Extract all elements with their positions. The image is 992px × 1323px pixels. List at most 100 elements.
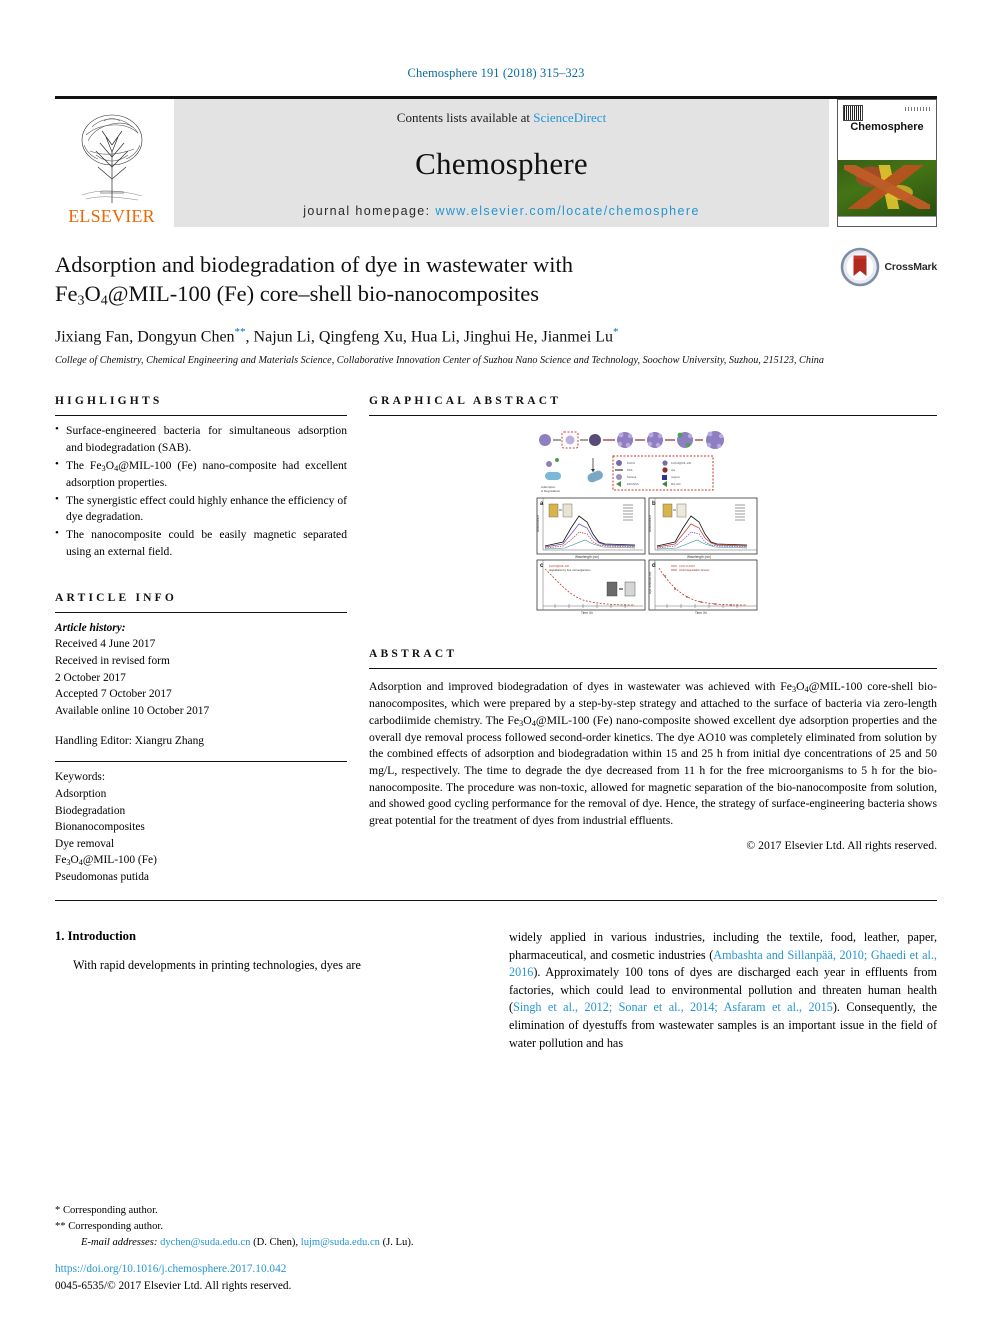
right-column: GRAPHICAL ABSTRACT Fe3O4 DNA bacteria ED… [369, 387, 937, 886]
history-accepted: Accepted 7 October 2017 [55, 688, 172, 701]
keyword-item-fe3o4: Fe3O4@MIL-100 (Fe) [55, 854, 157, 868]
elsevier-tree-icon [81, 114, 142, 203]
author-affiliation: College of Chemistry, Chemical Engineeri… [55, 354, 824, 366]
list-item: The synergistic effect could highly enha… [55, 492, 347, 527]
abstract-copyright: © 2017 Elsevier Ltd. All rights reserved… [746, 839, 937, 853]
author-list: Jixiang Fan, Dongyun Chen**, Najun Li, Q… [55, 326, 619, 346]
body-top-rule [55, 900, 937, 902]
graphical-abstract-figure: Fe3O4 DNA bacteria EDC/NHS Fe3O4@MIL-100 dy… [369, 424, 937, 620]
crossmark-badge[interactable]: CrossMark [840, 247, 937, 287]
svg-text:Wavelength (nm): Wavelength (nm) [687, 555, 711, 559]
svg-text:Fe3O4@MIL-100: Fe3O4@MIL-100 [671, 461, 692, 465]
svg-text:DNA: DNA [627, 468, 633, 472]
title-line-2-rest: @MIL-100 (Fe) core–shell bio-nanocomposi… [107, 280, 539, 306]
history-available: Available online 10 October 2017 [55, 704, 210, 717]
author-footnote-marker-1[interactable]: * [613, 326, 619, 338]
email-link-lujm[interactable]: lujm@suda.edu.cn [301, 1237, 380, 1248]
title-line-2-fe: Fe [55, 280, 78, 306]
email-owner-2: (J. Lu). [382, 1237, 414, 1249]
journal-cover-thumbnail: Chemosphere [837, 99, 937, 227]
cover-photo [838, 160, 936, 216]
highlights-graphical-band: HIGHLIGHTS Surface-engineered bacteria f… [55, 387, 937, 886]
intro-paragraph-right: widely applied in various industries, in… [509, 930, 938, 1050]
svg-text:d: d [652, 563, 656, 569]
history-received: Received 4 June 2017 [55, 638, 156, 651]
email-owner-1: (D. Chen), [253, 1237, 299, 1249]
svg-text:dye: dye [671, 468, 676, 472]
section-heading-introduction: 1. Introduction [55, 929, 136, 944]
crossmark-label: CrossMark [884, 261, 938, 273]
graphical-abstract-heading: GRAPHICAL ABSTRACT [369, 395, 562, 408]
svg-text:Wavelength (nm): Wavelength (nm) [575, 555, 599, 559]
citation-link-singh[interactable]: Singh et al., 2012; Sonar et al., 2014; … [513, 1000, 833, 1014]
highlights-heading: HIGHLIGHTS [55, 395, 163, 408]
highlights-divider [55, 415, 347, 417]
list-item: The nanocomposite could be easily magnet… [55, 526, 347, 561]
svg-text:EDC/NHS: EDC/NHS [627, 482, 639, 486]
cover-bottom [838, 215, 936, 226]
footnote-corresponding-2: ** Corresponding author. [55, 1221, 163, 1233]
body-columns: 1. Introduction With rapid developments … [55, 929, 937, 1052]
keyword-item: Dye removal [55, 837, 115, 850]
title-line-1: Adsorption and biodegradation of dye in … [55, 252, 573, 277]
title-line-2-o: O [84, 280, 101, 306]
svg-text:MIL-100: MIL-100 [671, 482, 681, 486]
abstract-heading: ABSTRACT [369, 648, 458, 661]
footnotes-block: * Corresponding author. ** Corresponding… [55, 1203, 492, 1251]
masthead-center: Contents lists available at ScienceDirec… [174, 99, 829, 227]
page-title: Adsorption and biodegradation of dye in … [55, 251, 755, 310]
article-info-heading: ARTICLE INFO [55, 591, 178, 604]
crossmark-icon [840, 247, 879, 287]
svg-text:b: b [652, 501, 656, 507]
list-item: The Fe3O4@MIL-100 (Fe) nano-composite ha… [55, 457, 347, 492]
elsevier-logo: ELSEVIER [55, 99, 168, 227]
svg-text:& Degradation: & Degradation [541, 489, 561, 493]
homepage-prefix: journal homepage: [303, 204, 436, 218]
svg-text:Time (h): Time (h) [695, 611, 707, 614]
cover-barcode-icon [843, 105, 863, 121]
svg-text:AO10 degradation kinetics: AO10 degradation kinetics [679, 568, 710, 572]
journal-homepage-line: journal homepage: www.elsevier.com/locat… [303, 204, 700, 218]
keyword-item: Biodegradation [55, 804, 126, 817]
keyword-item: Bionanocomposites [55, 821, 145, 834]
doi-link[interactable]: https://doi.org/10.1016/j.chemosphere.20… [55, 1261, 291, 1278]
abstract-text: Adsorption and improved biodegradation o… [369, 680, 937, 827]
list-item: Surface-engineered bacteria for simultan… [55, 422, 347, 457]
contents-available-line: Contents lists available at ScienceDirec… [397, 110, 606, 126]
keywords-label: Keywords: [55, 771, 105, 784]
svg-text:Absorbance: Absorbance [536, 515, 540, 532]
author-footnote-marker-2[interactable]: ** [235, 326, 246, 338]
intro-paragraph-left: With rapid developments in printing tech… [73, 958, 361, 973]
left-column: HIGHLIGHTS Surface-engineered bacteria f… [55, 387, 347, 886]
article-history-label: Article history: [55, 621, 126, 634]
cover-journal-title: Chemosphere [850, 120, 924, 133]
email-addresses-label: E-mail addresses: [81, 1237, 158, 1249]
paper-page: Chemosphere 191 (2018) 315–323 ELSEVIER … [0, 0, 992, 1323]
highlights-list: Surface-engineered bacteria for simultan… [55, 422, 347, 561]
history-revised-date: 2 October 2017 [55, 671, 126, 684]
svg-text:C/C0 of AO10: C/C0 of AO10 [679, 564, 696, 568]
title-block: CrossMark Adsorption and biodegradation … [55, 227, 937, 368]
svg-text:bacteria: bacteria [627, 475, 637, 479]
svg-text:Time (h): Time (h) [581, 611, 593, 614]
keywords-block: Keywords: Adsorption Biodegradation Bion… [55, 762, 347, 886]
cover-top: Chemosphere [838, 100, 936, 161]
journal-homepage-link[interactable]: www.elsevier.com/locate/chemosphere [435, 204, 699, 218]
email-link-dychen[interactable]: dychen@suda.edu.cn [160, 1237, 250, 1248]
contents-prefix: Contents lists available at [396, 110, 534, 125]
journal-masthead: ELSEVIER Contents lists available at Sci… [55, 96, 937, 227]
issn-copyright-line: 0045-6535/© 2017 Elsevier Ltd. All right… [55, 1280, 292, 1293]
running-head: Chemosphere 191 (2018) 315–323 [407, 66, 585, 80]
journal-title: Chemosphere [415, 146, 588, 181]
svg-text:Fe3O4: Fe3O4 [627, 461, 635, 465]
article-history-block: Article history: Received 4 June 2017 Re… [55, 613, 347, 749]
keyword-item: Pseudomonas putida [55, 871, 149, 884]
svg-text:Absorbance: Absorbance [648, 515, 652, 532]
footnote-emails: E-mail addresses: dychen@suda.edu.cn (D.… [55, 1235, 492, 1251]
elsevier-wordmark: ELSEVIER [68, 206, 155, 226]
sciencedirect-link[interactable]: ScienceDirect [533, 110, 606, 125]
doi-block: https://doi.org/10.1016/j.chemosphere.20… [55, 1261, 291, 1295]
citation-link-ambashta[interactable]: Ambashta and Sillanpää, 2010; Ghaedi et … [509, 948, 937, 980]
graphical-abstract-divider [369, 415, 937, 417]
title-sub-3: 3 [77, 293, 85, 309]
